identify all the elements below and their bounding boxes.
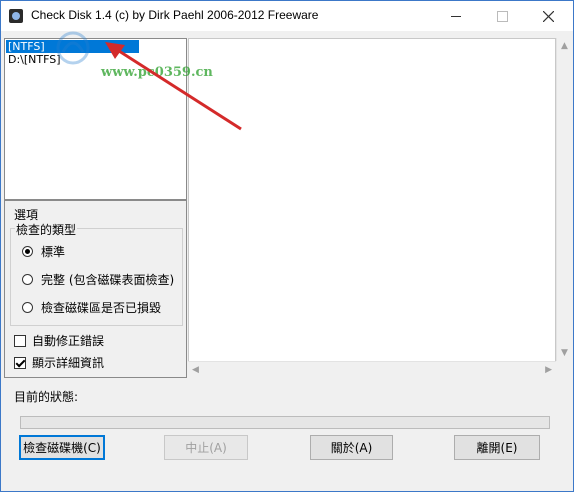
check-type-group: 標準 完整 (包含磁碟表面檢查) 檢查磁碟區是否已損毀 [10, 228, 183, 326]
minimize-button[interactable] [433, 1, 479, 31]
window-title: Check Disk 1.4 (c) by Dirk Paehl 2006-20… [31, 8, 319, 22]
verbose-checkbox[interactable] [14, 356, 26, 369]
close-button[interactable] [525, 1, 571, 31]
vertical-scrollbar[interactable]: ▲ ▼ [556, 38, 573, 361]
radio-label: 標準 [41, 245, 66, 259]
horizontal-scrollbar[interactable]: ◀ ▶ [188, 361, 556, 378]
drive-item-selected[interactable]: [NTFS] [6, 40, 139, 53]
auto-fix-label: 自動修正錯誤 [32, 334, 105, 348]
scroll-up-icon[interactable]: ▲ [561, 41, 568, 51]
minimize-icon [451, 15, 461, 17]
drive-list[interactable]: [NTFS] D:\[NTFS] [4, 38, 187, 200]
log-output[interactable] [188, 38, 556, 378]
scroll-corner [556, 361, 573, 378]
radio-button[interactable] [22, 246, 33, 257]
scroll-right-icon[interactable]: ▶ [545, 365, 552, 375]
scroll-down-icon[interactable]: ▼ [561, 348, 568, 358]
radio-corruption[interactable]: 檢查磁碟區是否已損毀 [22, 299, 161, 316]
check-disk-button[interactable]: 檢查磁碟機(C) [19, 435, 105, 460]
radio-button[interactable] [22, 274, 33, 285]
status-label: 目前的狀態: [14, 390, 79, 404]
check-disk-window: Check Disk 1.4 (c) by Dirk Paehl 2006-20… [0, 0, 574, 492]
radio-full[interactable]: 完整 (包含磁碟表面檢查) [22, 271, 174, 288]
radio-button[interactable] [22, 302, 33, 313]
maximize-icon [496, 10, 508, 22]
verbose-checkbox-row[interactable]: 顯示詳細資訊 [14, 354, 104, 371]
stop-button[interactable]: 中止(A) [164, 435, 248, 460]
progress-bar [20, 416, 550, 429]
options-panel: 選項 標準 完整 (包含磁碟表面檢查) 檢查磁碟區是否已損毀 檢查的類型 自動修… [4, 200, 187, 378]
title-bar[interactable]: Check Disk 1.4 (c) by Dirk Paehl 2006-20… [1, 1, 573, 31]
radio-standard[interactable]: 標準 [22, 243, 65, 260]
auto-fix-checkbox-row[interactable]: 自動修正錯誤 [14, 332, 104, 349]
check-type-label: 檢查的類型 [15, 221, 78, 238]
exit-button[interactable]: 離開(E) [454, 435, 540, 460]
auto-fix-checkbox[interactable] [14, 334, 26, 347]
close-icon [542, 10, 554, 22]
app-icon [9, 9, 23, 23]
verbose-label: 顯示詳細資訊 [32, 356, 105, 370]
about-button[interactable]: 關於(A) [310, 435, 393, 460]
scroll-left-icon[interactable]: ◀ [192, 365, 199, 375]
radio-label: 完整 (包含磁碟表面檢查) [41, 273, 175, 287]
drive-item[interactable]: D:\[NTFS] [8, 53, 61, 66]
maximize-button[interactable] [479, 1, 525, 31]
radio-label: 檢查磁碟區是否已損毀 [41, 301, 162, 315]
